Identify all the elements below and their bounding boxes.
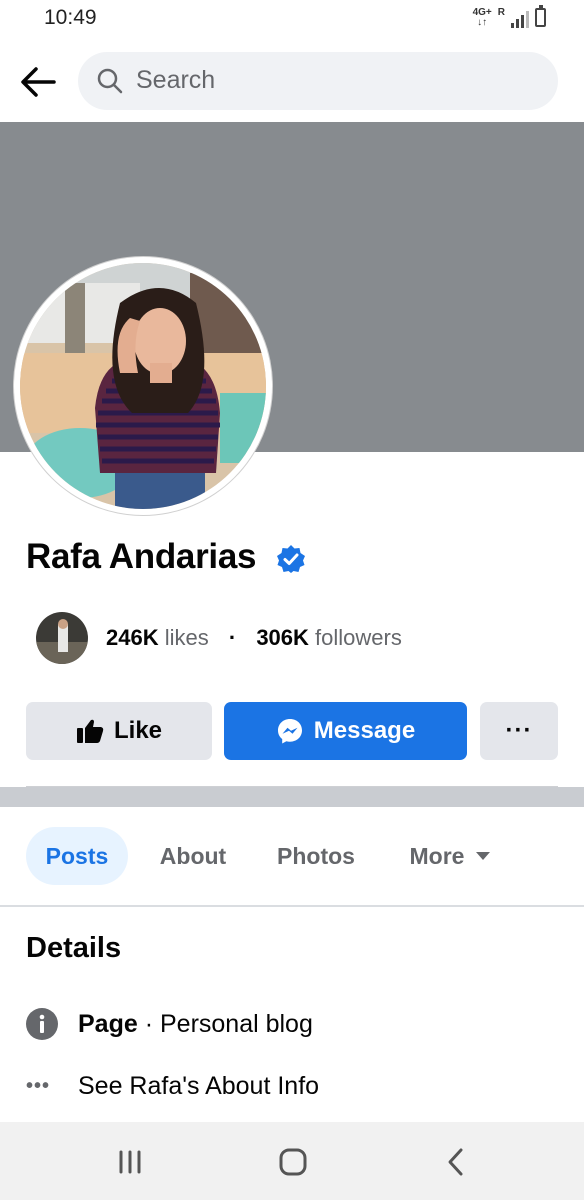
likes-count: 246K: [106, 625, 159, 650]
tab-about[interactable]: About: [150, 827, 236, 885]
tabs-divider: [0, 905, 584, 907]
recent-apps-button[interactable]: [110, 1142, 150, 1182]
profile-picture[interactable]: [14, 257, 272, 515]
message-button[interactable]: Message: [224, 702, 467, 760]
more-dots-icon: ···: [505, 717, 533, 744]
top-bar: Search: [0, 42, 584, 122]
like-button[interactable]: Like: [26, 702, 212, 760]
more-options-button[interactable]: ···: [480, 702, 558, 760]
back-button[interactable]: [18, 62, 58, 102]
message-label: Message: [313, 717, 416, 744]
followers-label: followers: [315, 625, 402, 650]
info-icon: [26, 1008, 58, 1040]
followers-count: 306K: [256, 625, 309, 650]
nav-back-button[interactable]: [436, 1142, 476, 1182]
system-nav-bar: [0, 1122, 584, 1200]
thumbs-up-icon: [76, 719, 104, 743]
roaming-indicator: R: [497, 7, 505, 18]
see-about-info-link[interactable]: ••• See Rafa's About Info: [26, 1072, 319, 1101]
network-indicator: 4G+ ↓↑: [473, 8, 492, 28]
signal-icon: [511, 8, 529, 28]
nav-back-icon: [448, 1148, 463, 1176]
tab-posts[interactable]: Posts: [26, 827, 128, 885]
search-icon: [97, 68, 123, 94]
messenger-icon: [277, 719, 302, 744]
profile-name: Rafa Andarias: [26, 537, 257, 576]
category-value: Personal blog: [159, 1009, 313, 1038]
status-time: 10:49: [44, 6, 97, 29]
search-placeholder: Search: [136, 66, 216, 94]
battery-icon: [535, 5, 546, 27]
back-arrow-icon: [21, 67, 56, 97]
tab-photos[interactable]: Photos: [268, 827, 364, 885]
search-input[interactable]: Search: [78, 52, 558, 110]
like-label: Like: [113, 717, 163, 744]
stats-avatar: [36, 612, 88, 664]
home-button[interactable]: [273, 1142, 313, 1182]
see-about-info-label: See Rafa's About Info: [78, 1072, 320, 1100]
category-separator: ·: [137, 1009, 160, 1038]
details-heading: Details: [26, 932, 122, 964]
stats-row[interactable]: 246K likes · 306K followers: [36, 612, 402, 664]
profile-photo-image: [20, 263, 266, 509]
detail-category: Page · Personal blog: [26, 1008, 313, 1040]
stats-text: 246K likes · 306K followers: [106, 625, 402, 651]
data-arrows-icon: ↓↑: [477, 17, 488, 28]
status-bar: 10:49 4G+ ↓↑ R: [0, 0, 584, 42]
profile-tabs: Posts About Photos More: [0, 807, 584, 905]
verified-badge-icon: [277, 545, 305, 573]
stats-separator: ·: [228, 625, 237, 650]
status-icons: 4G+ ↓↑ R: [473, 5, 546, 28]
category-type: Page: [78, 1009, 138, 1038]
tab-more-label: More: [409, 842, 465, 869]
more-dots-icon: •••: [26, 1075, 51, 1097]
home-icon: [279, 1148, 307, 1176]
section-separator: [0, 787, 584, 807]
tab-more[interactable]: More: [398, 827, 502, 885]
caret-down-icon: [476, 852, 491, 860]
recent-apps-icon: [119, 1150, 141, 1174]
likes-label: likes: [164, 625, 209, 650]
